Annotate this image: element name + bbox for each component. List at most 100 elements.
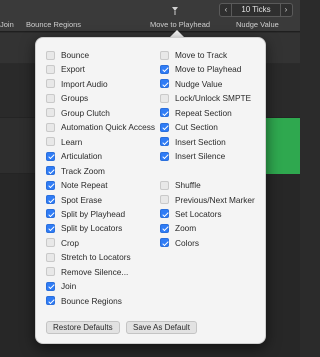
checkbox[interactable] xyxy=(46,209,55,219)
checkbox[interactable] xyxy=(160,238,169,248)
option-bounce-regions[interactable]: Bounce Regions xyxy=(46,294,122,308)
customize-control-bar-popover: Bounce Export Import Audio Groups Group Clut… xyxy=(35,37,266,344)
checkbox[interactable] xyxy=(160,64,169,74)
option-lock-unlock-smpte[interactable]: Lock/Unlock SMPTE xyxy=(160,91,251,105)
nudge-value-tool-label: Nudge Value xyxy=(236,20,279,29)
checkbox[interactable] xyxy=(46,64,55,74)
option-label: Insert Silence xyxy=(175,151,226,162)
move-to-playhead-tool-label[interactable]: Move to Playhead xyxy=(150,20,210,29)
checkbox[interactable] xyxy=(46,223,55,233)
move-to-playhead-icon[interactable] xyxy=(170,6,180,16)
option-stretch-to-locators[interactable]: Stretch to Locators xyxy=(46,250,131,264)
checkbox[interactable] xyxy=(46,267,55,277)
option-zoom[interactable]: Zoom xyxy=(160,221,196,235)
option-label: Cut Section xyxy=(175,122,218,133)
audio-region[interactable] xyxy=(262,118,300,174)
checkbox[interactable] xyxy=(160,108,169,118)
checkbox[interactable] xyxy=(160,223,169,233)
option-colors[interactable]: Colors xyxy=(160,236,199,250)
option-crop[interactable]: Crop xyxy=(46,236,79,250)
option-label: Set Locators xyxy=(175,208,222,219)
option-track-zoom[interactable]: Track Zoom xyxy=(46,164,105,178)
chevron-left-icon[interactable]: ‹ xyxy=(221,4,232,16)
option-import-audio[interactable]: Import Audio xyxy=(46,77,108,91)
option-label: Import Audio xyxy=(61,78,108,89)
option-export[interactable]: Export xyxy=(46,62,85,76)
option-remove-silence[interactable]: Remove Silence... xyxy=(46,265,128,279)
option-label: Shuffle xyxy=(175,180,201,191)
option-label: Split by Locators xyxy=(61,223,123,234)
checkbox[interactable] xyxy=(46,166,55,176)
option-label: Spot Erase xyxy=(61,194,103,205)
option-label: Export xyxy=(61,64,85,75)
option-previous-next-marker[interactable]: Previous/Next Marker xyxy=(160,193,255,207)
option-label: Articulation xyxy=(61,151,103,162)
option-spot-erase[interactable]: Spot Erase xyxy=(46,193,102,207)
checkbox[interactable] xyxy=(46,281,55,291)
checkbox[interactable] xyxy=(160,93,169,103)
checkbox[interactable] xyxy=(160,79,169,89)
option-repeat-section[interactable]: Repeat Section xyxy=(160,106,232,120)
option-bounce[interactable]: Bounce xyxy=(46,48,89,62)
option-articulation[interactable]: Articulation xyxy=(46,149,102,163)
option-automation-quick-access[interactable]: Automation Quick Access xyxy=(46,120,155,134)
checkbox[interactable] xyxy=(46,296,55,306)
option-label: Stretch to Locators xyxy=(61,252,131,263)
checkbox[interactable] xyxy=(160,180,169,190)
checkbox[interactable] xyxy=(46,180,55,190)
nudge-value-display: 10 Ticks xyxy=(241,5,271,14)
option-label: Automation Quick Access xyxy=(61,122,156,133)
checkbox[interactable] xyxy=(46,93,55,103)
checkbox[interactable] xyxy=(46,195,55,204)
option-move-to-playhead[interactable]: Move to Playhead xyxy=(160,62,241,76)
save-as-default-button[interactable]: Save As Default xyxy=(126,321,197,334)
option-label: Repeat Section xyxy=(175,107,232,118)
checkbox[interactable] xyxy=(160,137,169,147)
option-label: Move to Track xyxy=(175,50,228,60)
option-label: Bounce xyxy=(61,50,90,60)
chevron-right-icon[interactable]: › xyxy=(280,4,291,16)
checkbox[interactable] xyxy=(160,209,169,219)
option-learn[interactable]: Learn xyxy=(46,135,82,149)
checkbox[interactable] xyxy=(160,122,169,132)
restore-defaults-button[interactable]: Restore Defaults xyxy=(46,321,120,334)
option-move-to-track[interactable]: Move to Track xyxy=(160,48,227,62)
option-insert-silence[interactable]: Insert Silence xyxy=(160,149,225,163)
option-label: Zoom xyxy=(175,223,197,234)
control-bar: Join Bounce Regions Move to Playhead ‹ 1… xyxy=(0,0,300,32)
option-note-repeat[interactable]: Note Repeat xyxy=(46,178,108,192)
checkbox[interactable] xyxy=(160,151,169,161)
option-cut-section[interactable]: Cut Section xyxy=(160,120,218,134)
option-label: Crop xyxy=(61,237,79,248)
checkbox[interactable] xyxy=(46,252,55,262)
checkbox[interactable] xyxy=(160,50,169,60)
option-set-locators[interactable]: Set Locators xyxy=(160,207,222,221)
checkbox[interactable] xyxy=(46,50,55,60)
checkbox[interactable] xyxy=(46,108,55,118)
option-group-clutch[interactable]: Group Clutch xyxy=(46,106,110,120)
option-split-by-playhead[interactable]: Split by Playhead xyxy=(46,207,125,221)
option-label: Groups xyxy=(61,93,89,104)
option-insert-section[interactable]: Insert Section xyxy=(160,135,226,149)
checkbox[interactable] xyxy=(160,195,169,204)
nudge-value-stepper[interactable]: ‹ 10 Ticks › xyxy=(219,3,293,17)
option-label: Split by Playhead xyxy=(61,208,126,219)
option-label: Remove Silence... xyxy=(61,266,129,277)
option-shuffle[interactable]: Shuffle xyxy=(160,178,201,192)
option-label: Nudge Value xyxy=(175,78,223,89)
option-nudge-value[interactable]: Nudge Value xyxy=(160,77,222,91)
checkbox[interactable] xyxy=(46,137,55,147)
join-tool-label[interactable]: Join xyxy=(0,20,14,29)
bounce-regions-tool-label[interactable]: Bounce Regions xyxy=(26,20,81,29)
option-label: Colors xyxy=(175,237,199,248)
option-join[interactable]: Join xyxy=(46,279,76,293)
option-label: Track Zoom xyxy=(61,165,105,176)
option-split-by-locators[interactable]: Split by Locators xyxy=(46,221,122,235)
checkbox[interactable] xyxy=(46,79,55,89)
option-groups[interactable]: Groups xyxy=(46,91,88,105)
option-label: Lock/Unlock SMPTE xyxy=(175,93,252,104)
option-label: Previous/Next Marker xyxy=(175,194,255,205)
checkbox[interactable] xyxy=(46,122,55,132)
checkbox[interactable] xyxy=(46,151,55,161)
checkbox[interactable] xyxy=(46,238,55,248)
